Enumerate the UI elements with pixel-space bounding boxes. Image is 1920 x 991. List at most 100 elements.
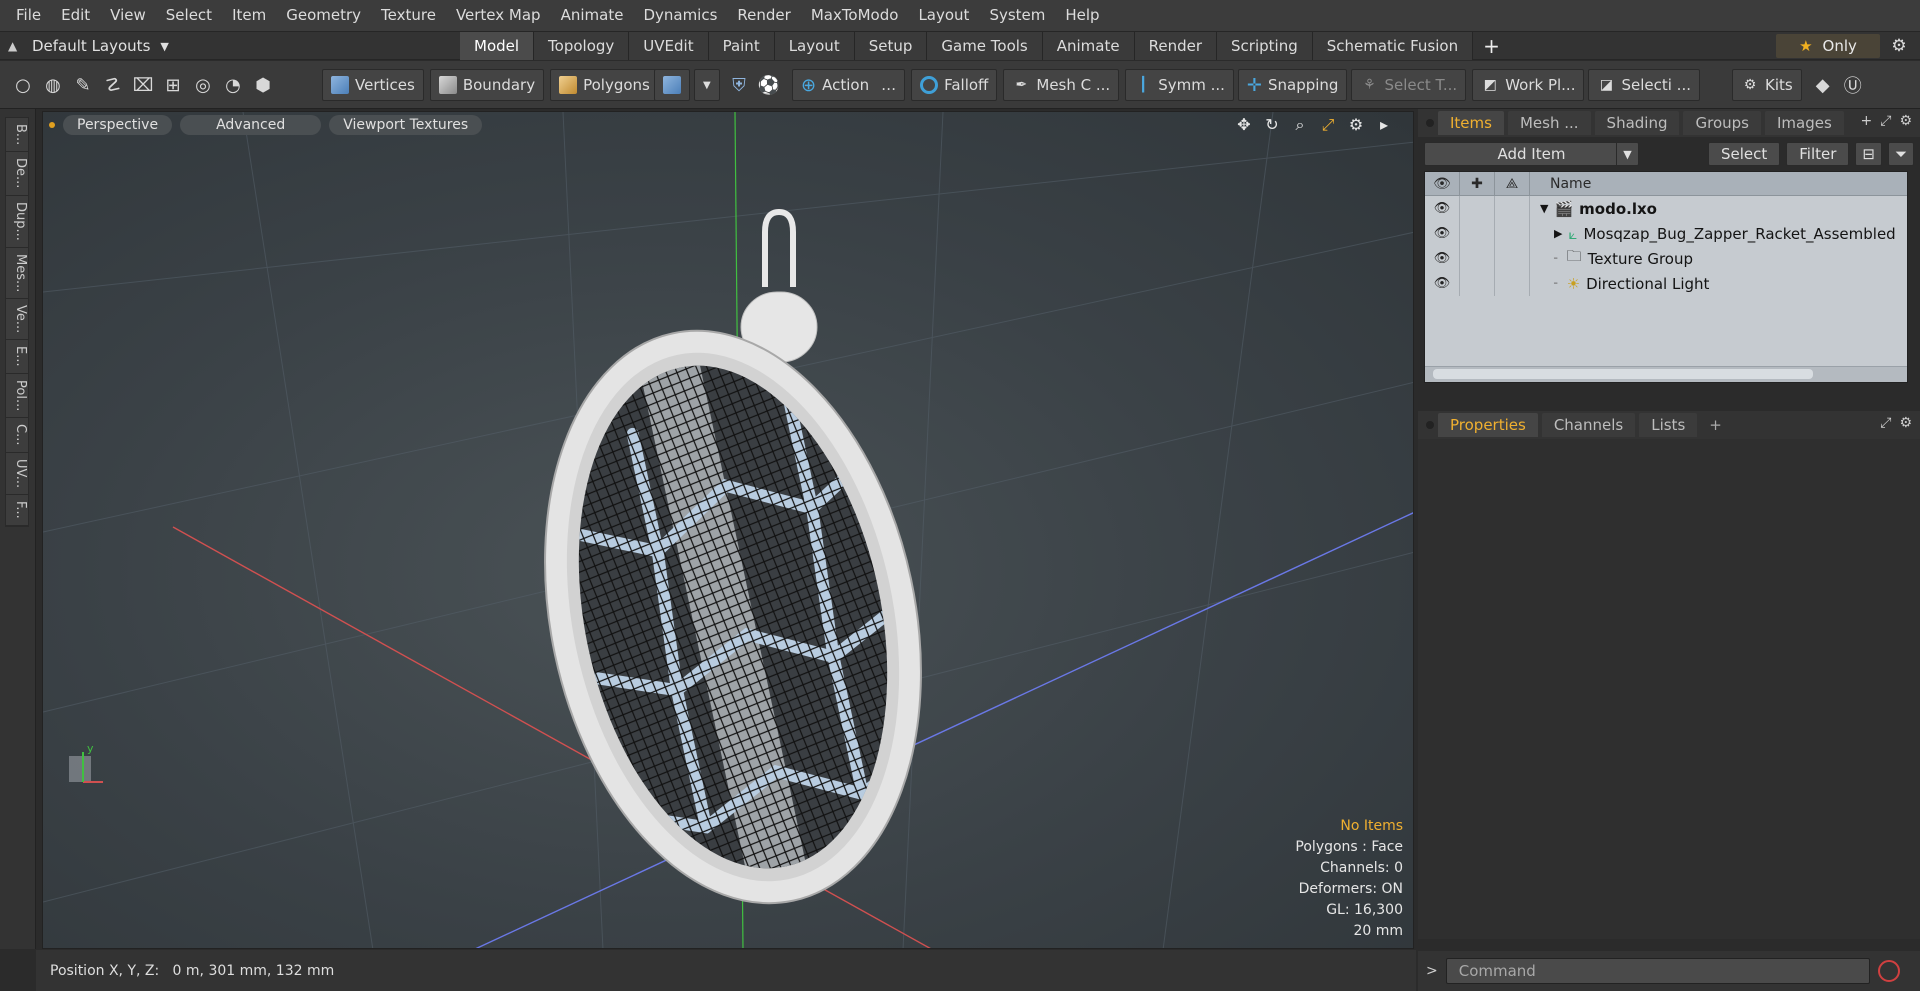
- tab-layout[interactable]: Layout: [774, 32, 855, 60]
- selection-sets-button[interactable]: ◪ Selecti ...: [1588, 69, 1700, 101]
- tab-scripting[interactable]: Scripting: [1217, 32, 1313, 60]
- scrollbar-thumb[interactable]: [1433, 369, 1813, 379]
- render-header-icon[interactable]: ⟁: [1495, 172, 1530, 196]
- left-tab-basic[interactable]: B...: [6, 118, 28, 153]
- left-tab-fusion[interactable]: F...: [6, 495, 28, 526]
- items-horizontal-scrollbar[interactable]: [1425, 366, 1907, 382]
- vertices-button[interactable]: Vertices: [322, 69, 424, 101]
- panel-gear-icon[interactable]: ⚙: [1899, 415, 1912, 431]
- menu-animate[interactable]: Animate: [551, 0, 634, 31]
- material-mode-button[interactable]: [654, 69, 690, 101]
- expand-triangle-icon[interactable]: ▼: [1540, 202, 1548, 215]
- menu-dynamics[interactable]: Dynamics: [633, 0, 727, 31]
- snapping-button[interactable]: ✛ Snapping: [1237, 69, 1348, 101]
- panel-gear-icon[interactable]: ⚙: [1899, 113, 1912, 129]
- menu-system[interactable]: System: [979, 0, 1055, 31]
- command-prompt-icon[interactable]: >: [1426, 963, 1438, 979]
- gear-icon[interactable]: ⚙: [1884, 35, 1914, 57]
- shield-icon[interactable]: ⛨: [724, 70, 754, 100]
- soccer-ball-icon[interactable]: ⚽: [754, 70, 784, 100]
- boundary-button[interactable]: Boundary: [429, 69, 545, 101]
- left-tab-duplicate[interactable]: Dup...: [6, 196, 28, 248]
- tab-game-tools[interactable]: Game Tools: [927, 32, 1043, 60]
- menu-geometry[interactable]: Geometry: [276, 0, 371, 31]
- panel-grip-icon[interactable]: [1426, 421, 1434, 429]
- eye-icon[interactable]: 👁: [1425, 271, 1460, 296]
- zoom-icon[interactable]: ⌕: [1291, 115, 1309, 135]
- left-tab-mesh-edit[interactable]: Mes...: [6, 248, 28, 300]
- panel-grip-icon[interactable]: [1426, 119, 1434, 127]
- settings-icon[interactable]: ⚙: [1347, 115, 1365, 135]
- material-dropdown[interactable]: ▼: [694, 69, 720, 101]
- left-tab-edge[interactable]: E...: [6, 340, 28, 374]
- tab-paint[interactable]: Paint: [708, 32, 775, 60]
- filter-button[interactable]: Filter: [1786, 142, 1850, 166]
- lasso-icon[interactable]: ☡: [98, 70, 128, 100]
- collapse-up-icon[interactable]: ▲: [8, 39, 22, 53]
- popout-icon[interactable]: ⤢: [1880, 415, 1891, 431]
- eye-icon[interactable]: 👁: [1425, 246, 1460, 271]
- work-plane-button[interactable]: ◩ Work Pl...: [1472, 69, 1585, 101]
- list-item[interactable]: 👁 ▶ ⟀ Mosqzap_Bug_Zapper_Racket_Assemble…: [1425, 221, 1907, 246]
- menu-help[interactable]: Help: [1055, 0, 1109, 31]
- perspective-tab[interactable]: Perspective: [63, 115, 173, 135]
- add-item-button[interactable]: Add Item ▼: [1424, 142, 1639, 166]
- globe-icon[interactable]: ◍: [38, 70, 68, 100]
- mesh-constraint-button[interactable]: ✒ Mesh C ...: [1003, 69, 1120, 101]
- advanced-tab[interactable]: Advanced: [180, 115, 322, 135]
- 3d-viewport[interactable]: y Perspective Advanced Viewport Textures…: [42, 111, 1414, 949]
- symmetry-button[interactable]: ┃ Symm ...: [1125, 69, 1234, 101]
- tab-items[interactable]: Items: [1438, 111, 1504, 135]
- menu-item[interactable]: Item: [222, 0, 276, 31]
- tab-render[interactable]: Render: [1134, 32, 1218, 60]
- tab-setup[interactable]: Setup: [854, 32, 928, 60]
- menu-select[interactable]: Select: [156, 0, 222, 31]
- menu-vertex-map[interactable]: Vertex Map: [446, 0, 551, 31]
- popout-icon[interactable]: ⤢: [1880, 113, 1891, 129]
- item-mode-icon[interactable]: ⬢: [248, 70, 278, 100]
- menu-maxtomodo[interactable]: MaxToModo: [801, 0, 909, 31]
- falloff-button[interactable]: Falloff: [911, 69, 998, 101]
- expand-triangle-icon[interactable]: ▶: [1554, 227, 1562, 240]
- maximize-icon[interactable]: ⤢: [1319, 115, 1337, 135]
- record-icon[interactable]: [1877, 960, 1900, 982]
- only-toggle-button[interactable]: ★ Only: [1776, 34, 1880, 58]
- funnel-icon[interactable]: ⏷: [1887, 142, 1914, 166]
- circle-select-icon[interactable]: ○: [8, 70, 38, 100]
- menu-texture[interactable]: Texture: [371, 0, 446, 31]
- tab-groups[interactable]: Groups: [1683, 111, 1761, 135]
- command-input[interactable]: Command: [1445, 958, 1870, 984]
- visibility-header-icon[interactable]: 👁: [1425, 172, 1460, 196]
- list-item[interactable]: 👁 ▼ 🎬 modo.lxo: [1425, 196, 1907, 221]
- menu-file[interactable]: File: [6, 0, 51, 31]
- collapse-icon[interactable]: ⊟: [1855, 142, 1882, 166]
- polygons-button[interactable]: Polygons: [550, 69, 659, 101]
- tab-properties[interactable]: Properties: [1438, 413, 1538, 437]
- add-tab-icon[interactable]: +: [1709, 416, 1722, 434]
- tab-uvedit[interactable]: UVEdit: [629, 32, 709, 60]
- select-button[interactable]: Select: [1707, 142, 1781, 166]
- tab-animate[interactable]: Animate: [1042, 32, 1135, 60]
- half-circle-icon[interactable]: ◔: [218, 70, 248, 100]
- pen-icon[interactable]: ✎: [68, 70, 98, 100]
- left-tab-polygon[interactable]: Pol...: [6, 374, 28, 419]
- list-item[interactable]: 👁 ╴ ☀ Directional Light: [1425, 271, 1907, 296]
- tab-model[interactable]: Model: [460, 32, 535, 60]
- left-tab-vertex[interactable]: Ve...: [6, 299, 28, 341]
- tab-mesh[interactable]: Mesh ...: [1507, 111, 1591, 135]
- name-column-header[interactable]: Name: [1530, 176, 1591, 192]
- menu-view[interactable]: View: [100, 0, 156, 31]
- lock-header-icon[interactable]: ✚: [1460, 172, 1495, 196]
- menu-render[interactable]: Render: [727, 0, 800, 31]
- kits-button[interactable]: ⚙ Kits: [1732, 69, 1802, 101]
- eye-icon[interactable]: 👁: [1425, 196, 1460, 221]
- ring-select-icon[interactable]: ◎: [188, 70, 218, 100]
- select-through-button[interactable]: ⚘ Select T...: [1351, 69, 1467, 101]
- left-tab-curve[interactable]: C...: [6, 418, 28, 453]
- add-tab-icon[interactable]: +: [1473, 32, 1510, 60]
- unity-icon[interactable]: ◆: [1808, 70, 1838, 100]
- action-center-button[interactable]: ⊕ Action …: [792, 69, 906, 101]
- expand-arrow-icon[interactable]: ▸: [1375, 115, 1393, 135]
- add-tab-icon[interactable]: +: [1861, 113, 1873, 129]
- tab-shading[interactable]: Shading: [1594, 111, 1680, 135]
